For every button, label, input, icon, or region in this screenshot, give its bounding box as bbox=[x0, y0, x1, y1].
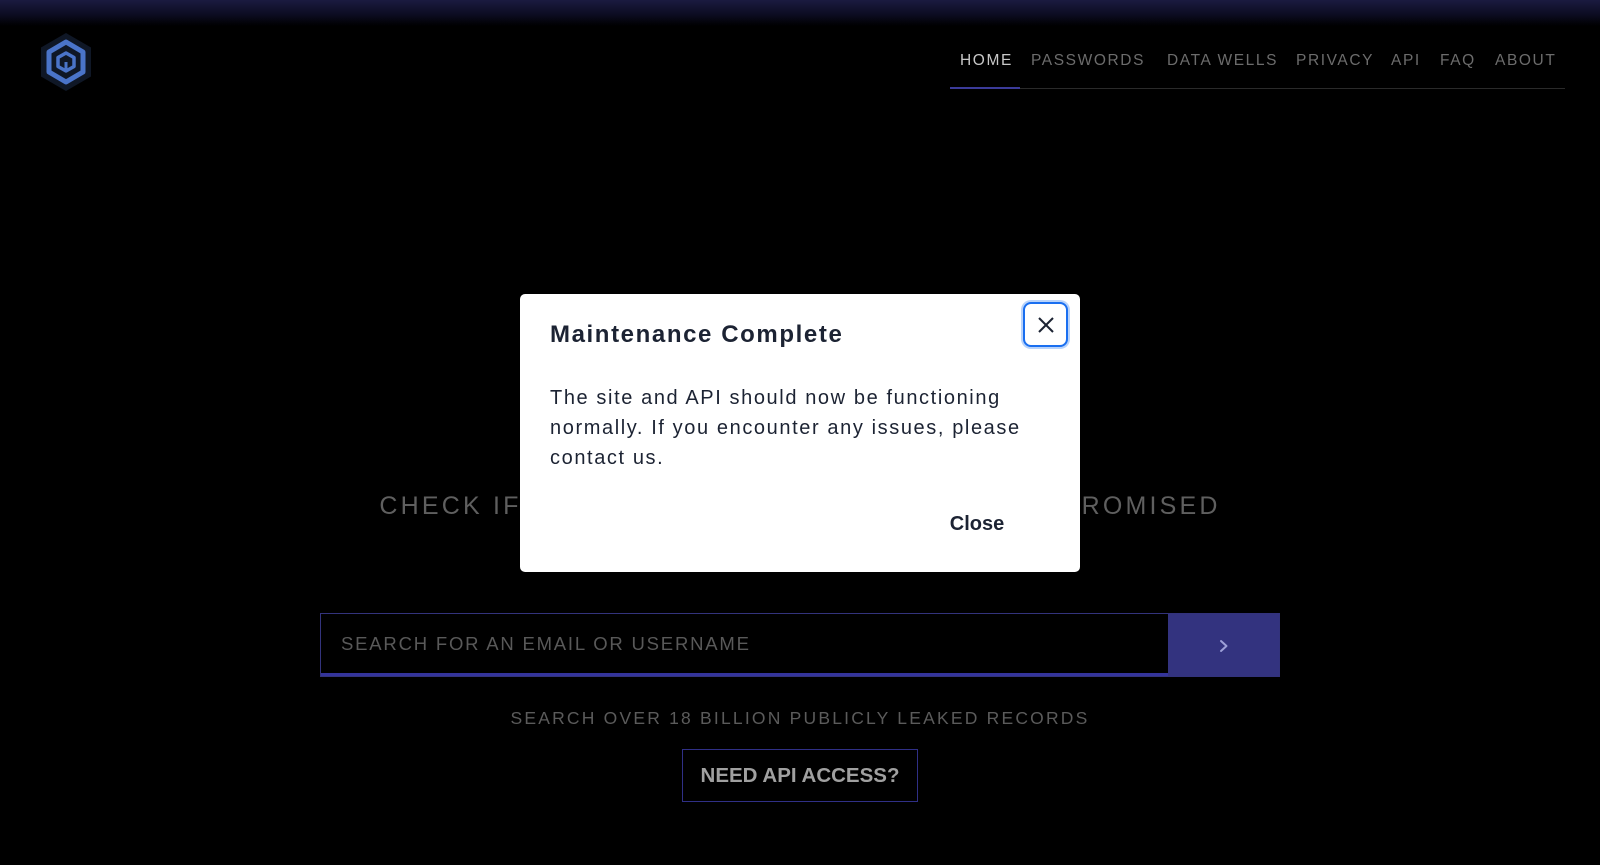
modal-body: The site and API should now be functioni… bbox=[550, 387, 1021, 469]
search-input-underline bbox=[321, 673, 1169, 676]
chevron-right-icon bbox=[1219, 640, 1227, 652]
maintenance-modal: Maintenance Complete The site and API sh… bbox=[520, 294, 1080, 572]
search-subtitle: SEARCH OVER 18 BILLION PUBLICLY LEAKED R… bbox=[510, 708, 1090, 728]
modal-close-x-button[interactable] bbox=[1023, 302, 1068, 347]
nav-item-data-wells[interactable]: DATA WELLS bbox=[1167, 52, 1278, 70]
modal-close-button[interactable]: Close bbox=[922, 503, 1032, 545]
top-gradient-bar bbox=[0, 0, 1600, 26]
hero-title-left: CHECK IF bbox=[379, 492, 522, 520]
search-input[interactable] bbox=[321, 614, 1169, 674]
search-submit-button[interactable] bbox=[1168, 614, 1279, 676]
nav-item-api[interactable]: API bbox=[1391, 52, 1421, 70]
nav-item-passwords[interactable]: PASSWORDS bbox=[1031, 52, 1145, 70]
nav-item-about[interactable]: ABOUT bbox=[1495, 52, 1556, 70]
nav-item-faq[interactable]: FAQ bbox=[1440, 52, 1476, 70]
search-bar bbox=[320, 613, 1280, 677]
nav-item-home[interactable]: HOME bbox=[960, 52, 1013, 70]
nav-active-indicator bbox=[950, 87, 1020, 89]
nav-item-privacy[interactable]: PRIVACY bbox=[1296, 52, 1374, 70]
main-nav: HOME PASSWORDS DATA WELLS PRIVACY API FA… bbox=[950, 46, 1565, 89]
api-access-button[interactable]: NEED API ACCESS? bbox=[682, 749, 918, 802]
hero-title-right: ROMISED bbox=[1081, 492, 1221, 520]
site-logo[interactable] bbox=[36, 30, 96, 94]
close-icon bbox=[1037, 316, 1054, 333]
modal-title: Maintenance Complete bbox=[550, 321, 844, 348]
hexagon-cube-logo-icon bbox=[41, 33, 91, 91]
page: HOME PASSWORDS DATA WELLS PRIVACY API FA… bbox=[0, 0, 1600, 865]
